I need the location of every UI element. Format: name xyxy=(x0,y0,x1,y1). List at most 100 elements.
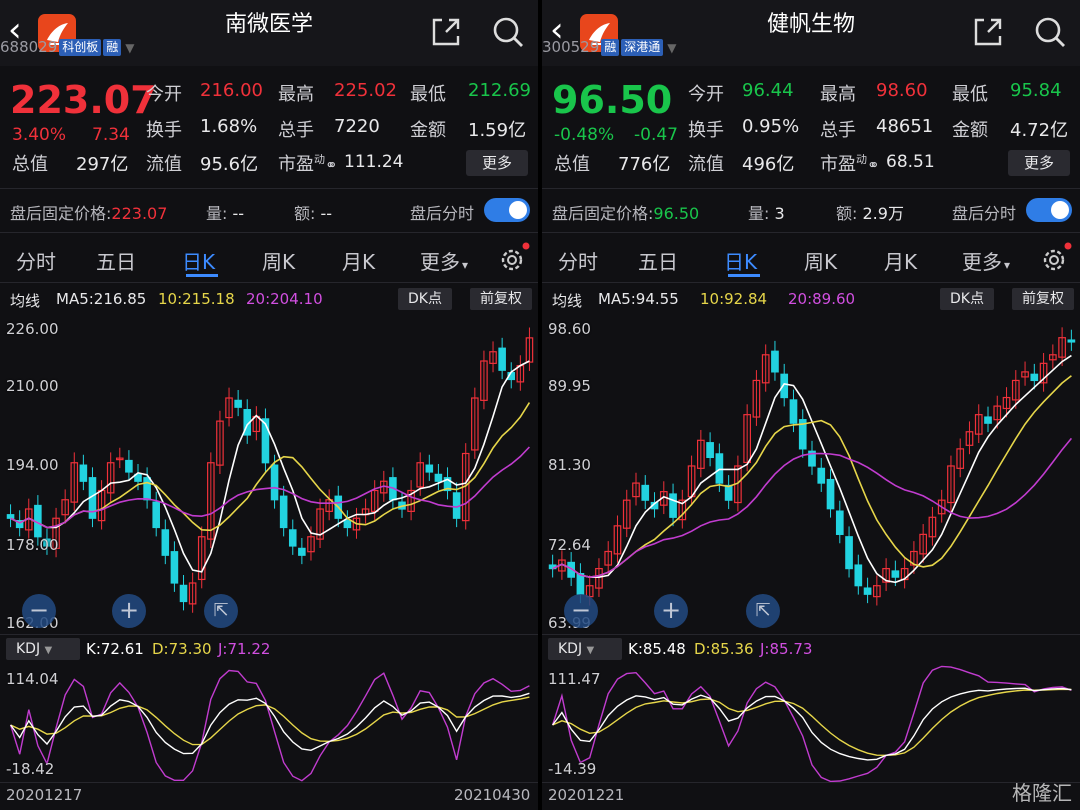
after-hours-trend-label: 盘后分时 xyxy=(410,204,475,223)
candle xyxy=(604,541,613,574)
candlestick-chart[interactable] xyxy=(542,312,1080,632)
tab-4[interactable]: 周K xyxy=(804,246,837,275)
candle xyxy=(845,526,853,578)
tab-1[interactable]: 分时 xyxy=(16,246,56,275)
zoom-out-button[interactable]: − xyxy=(22,594,56,628)
active-tab-underline xyxy=(186,274,218,277)
stock-code-line[interactable]: 300529 融深港通 ▼ xyxy=(542,38,677,56)
stat-label-1: 今开 xyxy=(146,84,182,105)
more-button[interactable]: 更多 xyxy=(466,150,528,176)
ma10-value: 10:92.84 xyxy=(700,290,768,308)
candle xyxy=(370,480,379,521)
stat-value-7: 297亿 xyxy=(76,154,129,175)
kdj-axis-bottom: -14.39 xyxy=(548,760,597,778)
candle xyxy=(207,452,215,548)
zoom-out-button[interactable]: − xyxy=(564,594,598,628)
zoom-in-button[interactable]: + xyxy=(112,594,146,628)
candle xyxy=(900,558,909,589)
candle xyxy=(678,489,687,529)
stat-value-8: 496亿 xyxy=(742,154,795,175)
stat-label-6: 金额 xyxy=(410,120,446,141)
change-amount: 7.34 xyxy=(92,125,130,145)
share-icon[interactable] xyxy=(970,14,1006,50)
stat-value-3: 212.69 xyxy=(468,80,531,101)
kdj-axis-top: 114.04 xyxy=(6,670,59,688)
stat-label-8: 流值 xyxy=(146,154,182,175)
fullscreen-button[interactable]: ⇱ xyxy=(204,594,238,628)
pe-label: 市盈动⚭ xyxy=(278,153,338,175)
stat-value-7: 776亿 xyxy=(618,154,671,175)
change-percent: 3.40% xyxy=(12,125,67,145)
stat-value-2: 98.60 xyxy=(876,80,928,101)
adjust-price-button[interactable]: 前复权 xyxy=(470,288,532,310)
after-hours-toggle[interactable] xyxy=(484,198,530,222)
settings-gear-icon[interactable] xyxy=(496,242,530,276)
kdj-d-value: D:85.36 xyxy=(694,640,754,658)
after-hours-toggle[interactable] xyxy=(1026,198,1072,222)
dropdown-caret-icon: ▼ xyxy=(125,41,135,55)
stat-label-3: 最低 xyxy=(410,84,446,105)
stat-label-3: 最低 xyxy=(952,84,988,105)
kdj-k-value: K:72.61 xyxy=(86,640,144,658)
candle xyxy=(106,452,115,502)
candle xyxy=(525,327,534,371)
stat-value-8: 95.6亿 xyxy=(200,154,259,175)
settings-gear-icon[interactable] xyxy=(1038,242,1072,276)
stat-value-4: 1.68% xyxy=(200,116,258,137)
kdj-chart[interactable] xyxy=(0,664,538,782)
candlestick-chart[interactable] xyxy=(0,312,538,632)
candle xyxy=(288,519,297,555)
candle xyxy=(425,454,434,481)
tab-5[interactable]: 月K xyxy=(884,246,917,275)
dk-point-button[interactable]: DK点 xyxy=(398,288,452,310)
after-hours-price: 盘后固定价格:96.50 xyxy=(552,204,700,223)
indicator-select[interactable]: KDJ ▼ xyxy=(6,638,80,660)
candle xyxy=(234,390,242,417)
stat-label-7: 总值 xyxy=(12,154,48,175)
tab-3[interactable]: 日K xyxy=(182,246,215,275)
stat-value-2: 225.02 xyxy=(334,80,397,101)
kdj-axis-bottom: -18.42 xyxy=(6,760,55,778)
candle xyxy=(434,464,443,491)
kdj-d-line xyxy=(552,688,1072,757)
tab-5[interactable]: 月K xyxy=(342,246,375,275)
ma20-line xyxy=(10,446,530,529)
search-icon[interactable] xyxy=(1032,14,1068,50)
stock-code: 688029 xyxy=(0,38,58,56)
candle xyxy=(863,577,872,604)
tab-6[interactable]: 更多 ▾ xyxy=(962,246,1010,275)
badge-1: 融 xyxy=(601,39,620,56)
candle xyxy=(471,387,479,459)
stat-label-6: 金额 xyxy=(952,120,988,141)
zoom-in-button[interactable]: + xyxy=(654,594,688,628)
stat-label-4: 换手 xyxy=(688,120,724,141)
date-start: 20201221 xyxy=(548,786,625,804)
indicator-select[interactable]: KDJ ▼ xyxy=(548,638,622,660)
kdj-chart[interactable] xyxy=(542,664,1080,782)
after-hours-trend-label: 盘后分时 xyxy=(952,204,1017,223)
kdj-j-value: J:71.22 xyxy=(218,640,271,658)
tab-6[interactable]: 更多 ▾ xyxy=(420,246,468,275)
kdj-j-line xyxy=(551,665,1072,782)
candle xyxy=(697,429,705,478)
tab-2[interactable]: 五日 xyxy=(96,246,136,275)
dk-point-button[interactable]: DK点 xyxy=(940,288,994,310)
share-icon[interactable] xyxy=(428,14,464,50)
candle xyxy=(1049,344,1057,369)
fullscreen-button[interactable]: ⇱ xyxy=(746,594,780,628)
search-icon[interactable] xyxy=(490,14,526,50)
tab-4[interactable]: 周K xyxy=(262,246,295,275)
stock-code: 300529 xyxy=(542,38,600,56)
tab-1[interactable]: 分时 xyxy=(558,246,598,275)
badge-2: 融 xyxy=(103,39,122,56)
more-tab-caret-icon: ▾ xyxy=(1004,258,1011,272)
candle xyxy=(480,350,488,410)
adjust-price-button[interactable]: 前复权 xyxy=(1012,288,1074,310)
stock-code-line[interactable]: 688029 科创板融 ▼ xyxy=(0,38,135,56)
candle xyxy=(752,370,761,426)
tab-3[interactable]: 日K xyxy=(724,246,757,275)
candle xyxy=(910,541,918,574)
more-button[interactable]: 更多 xyxy=(1008,150,1070,176)
stat-label-4: 换手 xyxy=(146,120,182,141)
tab-2[interactable]: 五日 xyxy=(638,246,678,275)
